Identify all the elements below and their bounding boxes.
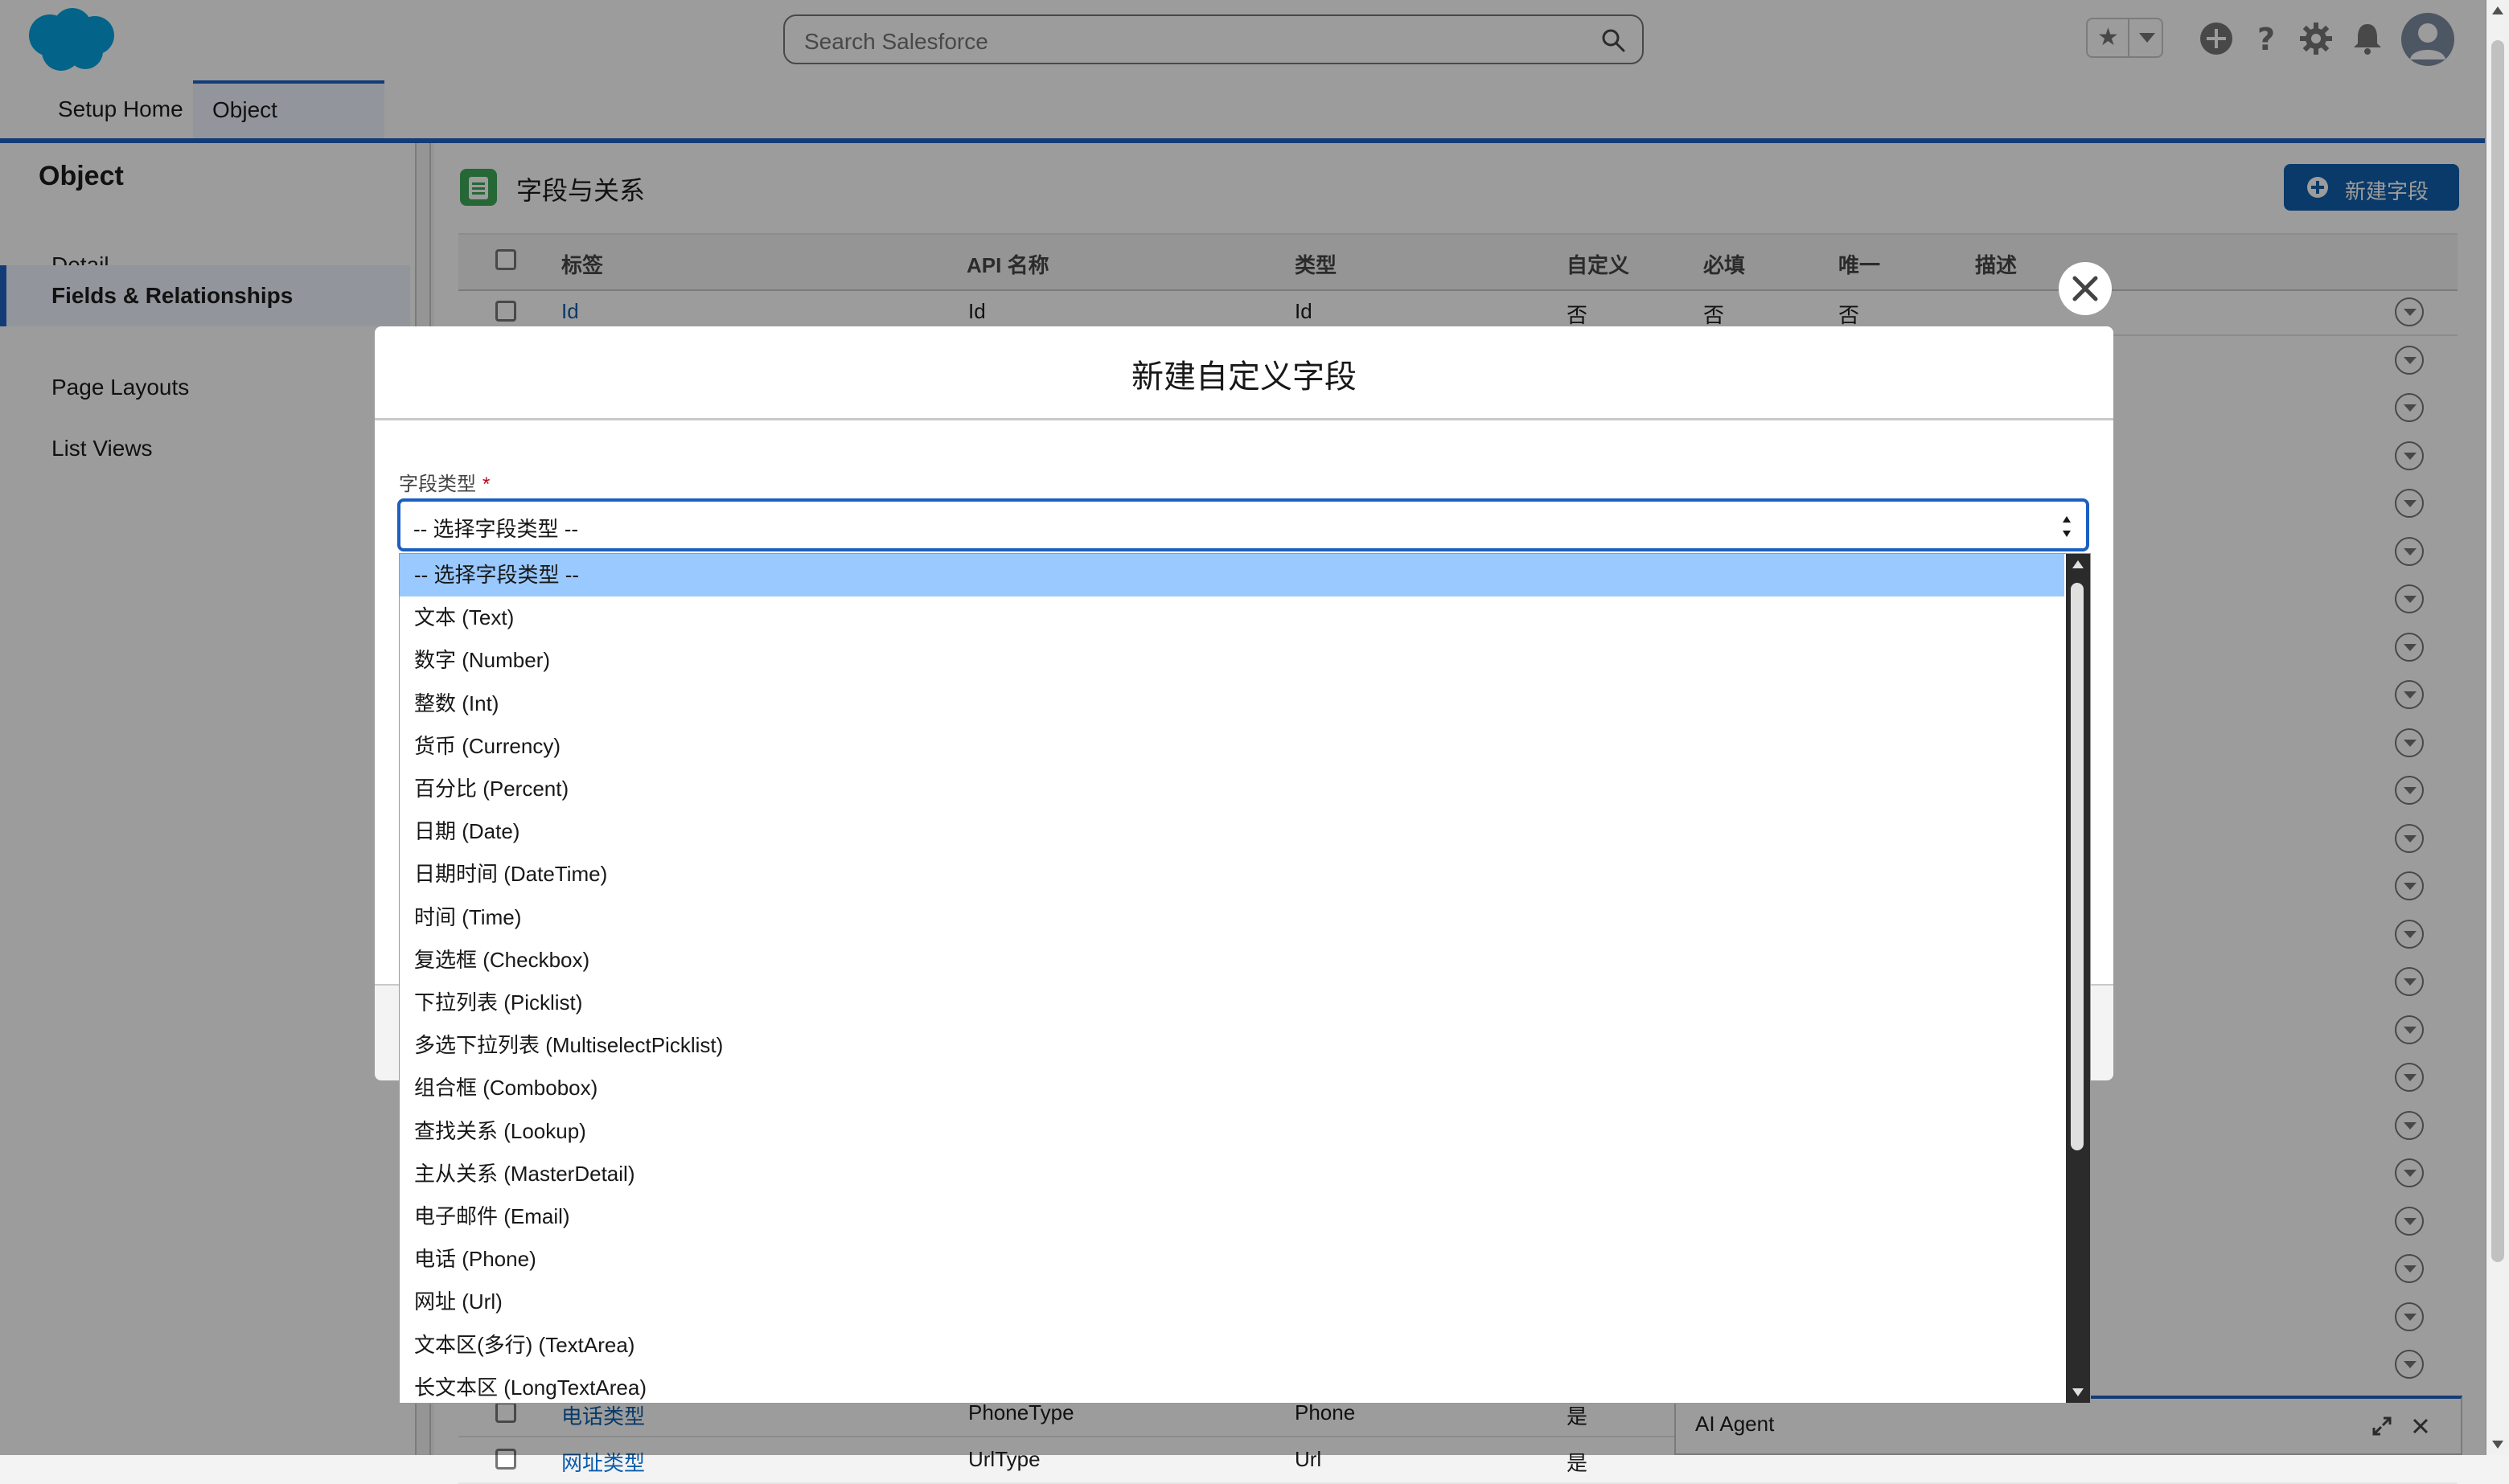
close-icon[interactable]	[2059, 262, 2112, 315]
select-arrows-icon	[2063, 516, 2071, 537]
scroll-down-icon[interactable]	[2072, 1387, 2084, 1398]
field-type-option[interactable]: 日期时间 (DateTime)	[400, 853, 2064, 896]
scroll-up-icon[interactable]	[2072, 559, 2084, 570]
required-marker: *	[482, 473, 491, 495]
field-type-option[interactable]: 文本区(多行) (TextArea)	[400, 1324, 2064, 1367]
field-type-select-value: -- 选择字段类型 --	[413, 517, 579, 541]
field-type-option[interactable]: 主从关系 (MasterDetail)	[400, 1153, 2064, 1195]
field-type-option[interactable]: 长文本区 (LongTextArea)	[400, 1367, 2064, 1403]
field-type-option[interactable]: 网址 (Url)	[400, 1281, 2064, 1323]
field-type-option[interactable]: 货币 (Currency)	[400, 725, 2064, 768]
field-type-option[interactable]: 日期 (Date)	[400, 810, 2064, 853]
field-type-option[interactable]: 复选框 (Checkbox)	[400, 939, 2064, 982]
page-scroll-down-icon[interactable]	[2491, 1439, 2504, 1450]
field-type-option[interactable]: 多选下拉列表 (MultiselectPicklist)	[400, 1024, 2064, 1067]
page-scroll-up-icon[interactable]	[2491, 5, 2504, 16]
field-type-label-text: 字段类型	[399, 473, 476, 495]
modal-title: 新建自定义字段	[1131, 359, 1357, 395]
options-scrollbar[interactable]	[2066, 554, 2090, 1403]
field-type-label: 字段类型 *	[399, 468, 490, 496]
field-type-options-list: -- 选择字段类型 -- 文本 (Text) 数字 (Number) 整数 (Int)…	[399, 553, 2091, 1404]
field-type-option[interactable]: 电子邮件 (Email)	[400, 1195, 2064, 1238]
field-type-option[interactable]: 下拉列表 (Picklist)	[400, 982, 2064, 1024]
field-type-option[interactable]: 组合框 (Combobox)	[400, 1067, 2064, 1109]
field-type-option[interactable]: 时间 (Time)	[400, 896, 2064, 939]
field-type-option[interactable]: 文本 (Text)	[400, 596, 2064, 639]
field-type-option[interactable]: 整数 (Int)	[400, 683, 2064, 725]
field-type-select[interactable]: -- 选择字段类型 --	[397, 498, 2089, 551]
field-type-option[interactable]: 查找关系 (Lookup)	[400, 1110, 2064, 1153]
field-type-option[interactable]: -- 选择字段类型 --	[400, 554, 2064, 596]
field-type-option[interactable]: 百分比 (Percent)	[400, 768, 2064, 810]
page-scrollbar-thumb[interactable]	[2491, 40, 2504, 1262]
modal-divider	[375, 418, 2113, 420]
options-scrollbar-thumb[interactable]	[2071, 583, 2084, 1150]
field-type-option[interactable]: 数字 (Number)	[400, 639, 2064, 682]
field-type-option[interactable]: 电话 (Phone)	[400, 1238, 2064, 1281]
